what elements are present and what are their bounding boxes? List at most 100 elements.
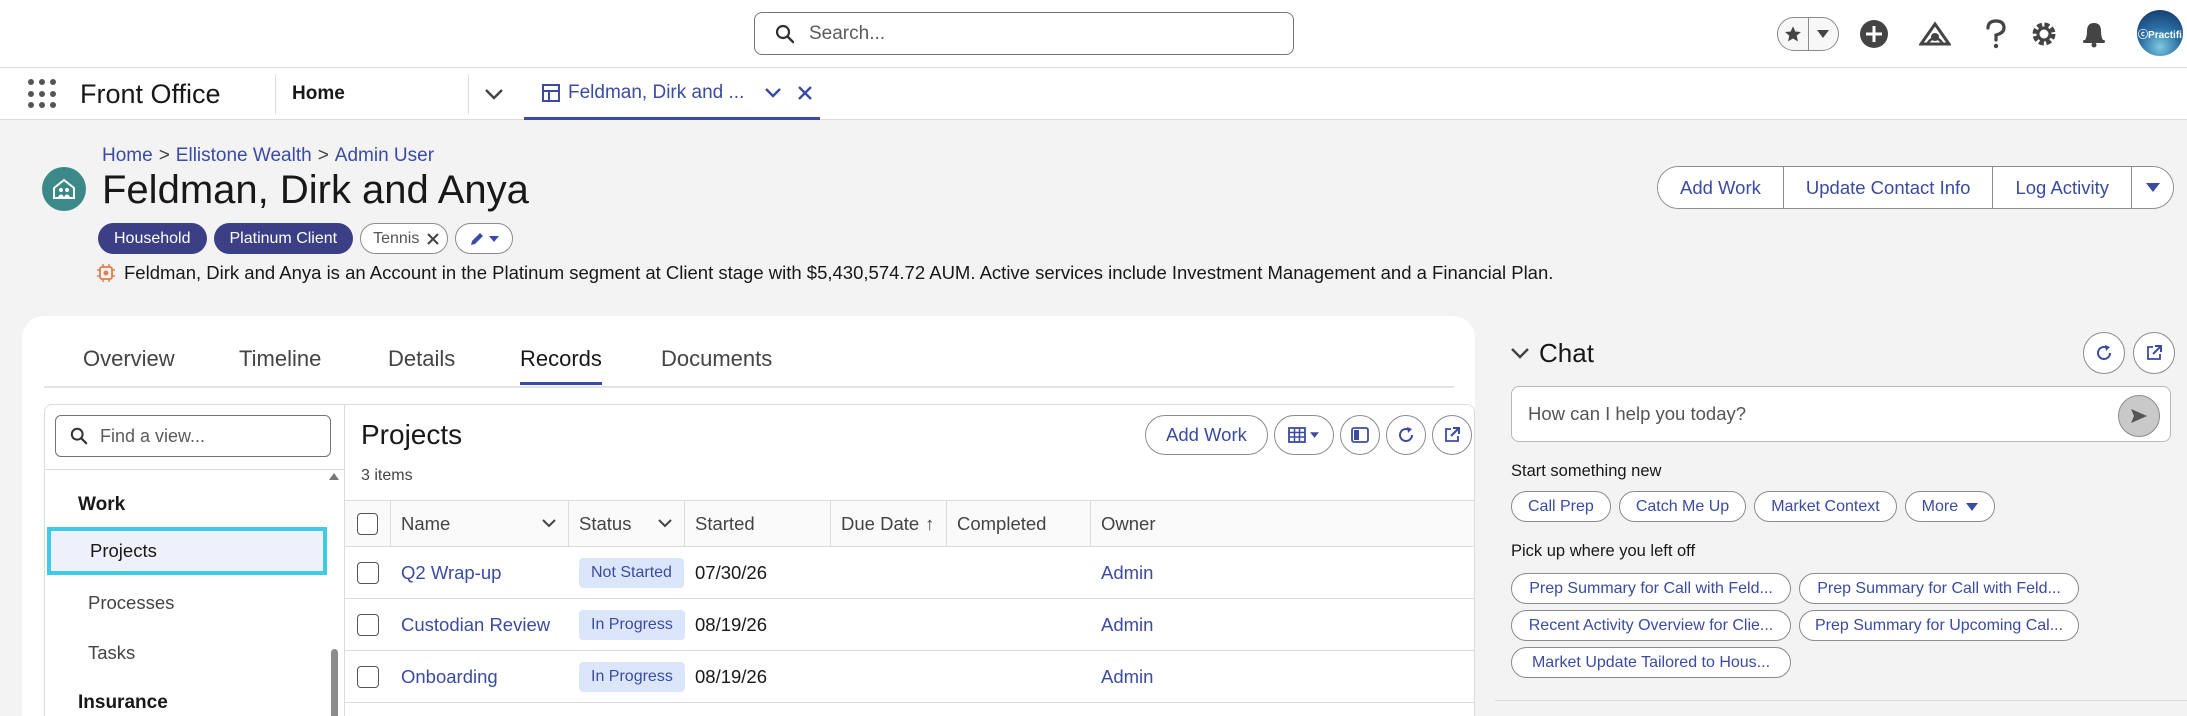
column-completed-label: Completed (957, 512, 1047, 534)
resume-chip[interactable]: Prep Summary for Call with Feld... (1799, 573, 2079, 604)
log-activity-button[interactable]: Log Activity (1992, 167, 2132, 208)
nav-home-tab[interactable]: Home (292, 83, 345, 105)
resume-chip[interactable]: Market Update Tailored to Hous... (1511, 647, 1791, 678)
app-navigation: Front Office Home Feldman, Dirk and ... (0, 68, 2187, 120)
ai-chip-icon (97, 264, 115, 282)
column-started[interactable]: Started (685, 501, 831, 546)
tab-documents[interactable]: Documents (661, 346, 772, 382)
breadcrumb: Home > Ellistone Wealth > Admin User (102, 145, 435, 166)
user-avatar[interactable]: ⓒPractifi (2137, 10, 2183, 56)
favorites-group[interactable] (1777, 17, 1839, 51)
project-name-link[interactable]: Onboarding (391, 651, 569, 702)
column-name[interactable]: Name (391, 501, 569, 546)
chat-input[interactable] (1528, 403, 2108, 425)
project-name-link[interactable]: Custodian Review (391, 599, 569, 650)
bell-icon[interactable] (2076, 16, 2112, 52)
add-icon[interactable] (1856, 16, 1892, 52)
scroll-thumb[interactable] (331, 649, 338, 716)
row-checkbox[interactable] (357, 665, 379, 688)
close-tab-icon[interactable] (792, 80, 818, 106)
column-owner[interactable]: Owner (1091, 501, 1474, 546)
projects-list: Projects 3 items Add Work Name Status St… (345, 405, 1474, 716)
chat-input-box[interactable] (1511, 386, 2171, 442)
star-icon[interactable] (1778, 18, 1808, 50)
pencil-icon (471, 232, 484, 245)
record-tab-icon (542, 83, 560, 102)
resume-chip[interactable]: Prep Summary for Upcoming Cal... (1799, 610, 2079, 641)
status-badge: Not Started (579, 557, 684, 588)
nav-menu-chevron-icon[interactable] (482, 82, 506, 106)
tab-details[interactable]: Details (388, 346, 455, 382)
owner-link[interactable]: Admin (1091, 651, 1474, 702)
more-actions-button[interactable] (2131, 167, 2174, 208)
gear-icon[interactable] (2026, 16, 2062, 52)
select-all-checkbox[interactable] (357, 512, 378, 535)
remove-tag-icon[interactable] (427, 232, 440, 245)
toggle-sidebar-button[interactable] (1339, 415, 1380, 455)
tab-overview[interactable]: Overview (83, 346, 175, 382)
display-as-table-button[interactable] (1273, 415, 1334, 455)
record-tab[interactable]: Feldman, Dirk and ... (524, 68, 820, 120)
owner-link[interactable]: Admin (1091, 547, 1474, 598)
column-status[interactable]: Status (569, 501, 685, 546)
breadcrumb-home[interactable]: Home (102, 145, 153, 166)
status-badge: In Progress (579, 609, 685, 640)
owner-link[interactable]: Admin (1091, 599, 1474, 650)
view-item-projects[interactable]: Projects (47, 527, 327, 575)
list-count: 3 items (361, 467, 413, 484)
market-context-chip[interactable]: Market Context (1754, 491, 1897, 522)
search-input[interactable] (809, 22, 1269, 45)
app-launcher-icon[interactable] (28, 79, 58, 109)
resume-chip[interactable]: Recent Activity Overview for Clie... (1511, 610, 1791, 641)
chat-refresh-button[interactable] (2083, 332, 2125, 374)
tab-chevron-down-icon[interactable] (760, 80, 786, 106)
row-checkbox[interactable] (357, 561, 379, 584)
started-date: 08/19/26 (695, 613, 768, 635)
breadcrumb-user[interactable]: Admin User (335, 145, 434, 166)
app-name: Front Office (80, 79, 221, 109)
view-item-processes[interactable]: Processes (88, 592, 174, 614)
view-item-tasks[interactable]: Tasks (88, 642, 135, 664)
update-contact-info-button[interactable]: Update Contact Info (1782, 167, 1993, 208)
edit-tags-button[interactable] (455, 223, 514, 254)
sidebar-icon (1350, 427, 1369, 443)
send-button[interactable] (2118, 395, 2160, 437)
view-list-scrollbar[interactable] (327, 469, 341, 716)
refresh-list-button[interactable] (1385, 415, 1426, 455)
help-icon[interactable] (1978, 16, 2014, 52)
started-date: 08/19/26 (695, 665, 768, 687)
column-menu-icon[interactable] (658, 519, 672, 528)
completed-date (947, 651, 1091, 702)
column-owner-label: Owner (1101, 512, 1156, 534)
tab-timeline[interactable]: Timeline (239, 346, 321, 382)
breadcrumb-firm[interactable]: Ellistone Wealth (176, 145, 312, 166)
more-chip[interactable]: More (1904, 491, 1996, 522)
chevron-down-icon[interactable] (1807, 18, 1838, 50)
catch-me-up-chip[interactable]: Catch Me Up (1618, 491, 1747, 522)
open-list-button[interactable] (1431, 415, 1472, 455)
column-due-date[interactable]: Due Date ↑ (831, 501, 947, 546)
record-actions: Add Work Update Contact Info Log Activit… (1657, 166, 2175, 209)
divider (45, 469, 345, 470)
add-work-button[interactable]: Add Work (1658, 167, 1783, 208)
project-name-link[interactable]: Q2 Wrap-up (391, 547, 569, 598)
chat-popout-button[interactable] (2133, 332, 2175, 374)
start-chips: Call Prep Catch Me Up Market Context Mor… (1511, 491, 1996, 522)
trailhead-icon[interactable] (1917, 16, 1953, 52)
resume-chips-row-1: Prep Summary for Call with Feld... Prep … (1511, 573, 2079, 604)
list-add-work-button[interactable]: Add Work (1145, 415, 1268, 455)
scroll-up-icon[interactable] (329, 473, 339, 480)
resume-chips-row-3: Market Update Tailored to Hous... (1511, 647, 1791, 678)
record-tab-label: Feldman, Dirk and ... (568, 81, 745, 103)
column-menu-icon[interactable] (542, 519, 556, 528)
row-checkbox[interactable] (357, 613, 379, 636)
tab-records[interactable]: Records (520, 346, 602, 385)
call-prep-chip[interactable]: Call Prep (1511, 491, 1611, 522)
resume-chip[interactable]: Prep Summary for Call with Feld... (1511, 573, 1791, 604)
global-search[interactable] (754, 12, 1294, 55)
find-view-input[interactable] (100, 425, 310, 447)
collapse-chevron-icon[interactable] (1511, 348, 1529, 359)
find-view-field[interactable] (55, 415, 331, 457)
chat-header[interactable]: Chat (1511, 338, 1594, 369)
column-completed[interactable]: Completed (947, 501, 1091, 546)
